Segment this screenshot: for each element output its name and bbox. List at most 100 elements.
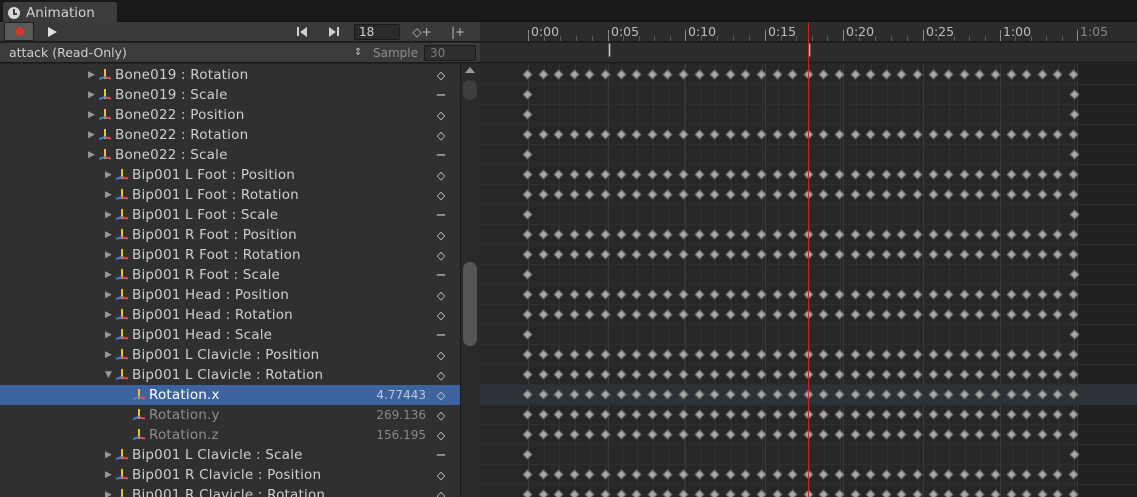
property-value[interactable]: 269.136 [376, 408, 426, 422]
keyframe[interactable] [850, 69, 861, 80]
keyframe[interactable] [569, 469, 580, 480]
keyframe[interactable] [818, 469, 829, 480]
keyframe[interactable] [553, 189, 564, 200]
keyframe[interactable] [787, 349, 798, 360]
keyframe[interactable] [694, 369, 705, 380]
keyframe[interactable] [553, 409, 564, 420]
keyframe[interactable] [850, 409, 861, 420]
keyframe[interactable] [522, 169, 533, 180]
keyframe-toggle-icon[interactable]: ◇ [434, 189, 448, 202]
event-marker[interactable] [608, 43, 611, 57]
clip-dropdown[interactable]: attack (Read-Only) [4, 44, 364, 62]
keyframe[interactable] [990, 249, 1001, 260]
keyframe[interactable] [896, 469, 907, 480]
keyframe[interactable] [522, 249, 533, 260]
keyframe[interactable] [1052, 249, 1063, 260]
keyframe[interactable] [818, 409, 829, 420]
keyframe[interactable] [1021, 129, 1032, 140]
keyframe[interactable] [1006, 229, 1017, 240]
keyframe[interactable] [725, 349, 736, 360]
keyframe[interactable] [772, 409, 783, 420]
keyframe[interactable] [881, 189, 892, 200]
keyframe-toggle-icon[interactable]: ◇ [434, 109, 448, 122]
expand-arrow-icon[interactable]: ▶ [88, 130, 98, 140]
keyframe[interactable] [1037, 249, 1048, 260]
keyframe[interactable] [896, 229, 907, 240]
keyframe[interactable] [850, 249, 861, 260]
keyframe[interactable] [584, 489, 595, 497]
keyframe[interactable] [553, 489, 564, 497]
keyframe[interactable] [1006, 249, 1017, 260]
keyframe[interactable] [553, 129, 564, 140]
keyframe[interactable] [1006, 349, 1017, 360]
keyframe[interactable] [990, 429, 1001, 440]
keyframe[interactable] [1021, 169, 1032, 180]
keyframe[interactable] [865, 349, 876, 360]
property-row[interactable]: ▶ Bip001 Head : Position ◇ [0, 285, 460, 305]
keyframe[interactable] [584, 289, 595, 300]
keyframe[interactable] [959, 309, 970, 320]
keyframe[interactable] [928, 169, 939, 180]
keyframe[interactable] [1006, 369, 1017, 380]
keyframe[interactable] [959, 69, 970, 80]
keyframe[interactable] [850, 169, 861, 180]
play-button[interactable] [38, 22, 66, 41]
keyframe[interactable] [631, 409, 642, 420]
keyframe[interactable] [772, 249, 783, 260]
keyframe-toggle-icon[interactable]: ◇ [434, 489, 448, 497]
keyframe-toggle-icon[interactable]: ◇ [434, 369, 448, 382]
keyframe[interactable] [850, 289, 861, 300]
keyframe[interactable] [1037, 349, 1048, 360]
keyframe[interactable] [522, 429, 533, 440]
keyframe[interactable] [974, 349, 985, 360]
keyframe[interactable] [1006, 429, 1017, 440]
keyframe[interactable] [850, 429, 861, 440]
property-row[interactable]: ▶ Bip001 L Foot : Position ◇ [0, 165, 460, 185]
keyframe[interactable] [928, 309, 939, 320]
keyframe[interactable] [694, 409, 705, 420]
property-row[interactable]: ▶ Bip001 L Foot : Scale − [0, 205, 460, 225]
keyframe[interactable] [538, 489, 549, 497]
keyframe[interactable] [912, 169, 923, 180]
keyframe[interactable] [631, 309, 642, 320]
keyframe[interactable] [1052, 409, 1063, 420]
keyframe[interactable] [616, 249, 627, 260]
sample-rate-input[interactable]: 30 [424, 45, 476, 61]
keyframe[interactable] [647, 69, 658, 80]
keyframe[interactable] [1006, 189, 1017, 200]
keyframe[interactable] [647, 229, 658, 240]
keyframe[interactable] [709, 309, 720, 320]
keyframe[interactable] [787, 129, 798, 140]
keyframe[interactable] [974, 129, 985, 140]
keyframe[interactable] [694, 229, 705, 240]
scrollbar-thumb[interactable] [463, 262, 477, 346]
keyframe[interactable] [678, 429, 689, 440]
keyframe[interactable] [662, 409, 673, 420]
keyframe[interactable] [959, 489, 970, 497]
keyframe[interactable] [522, 349, 533, 360]
keyframe[interactable] [865, 69, 876, 80]
keyframe[interactable] [1052, 169, 1063, 180]
keyframe[interactable] [1021, 429, 1032, 440]
keyframe[interactable] [928, 369, 939, 380]
keyframe[interactable] [1006, 289, 1017, 300]
keyframe[interactable] [538, 429, 549, 440]
keyframe[interactable] [865, 289, 876, 300]
property-row[interactable]: ▶ Bip001 R Foot : Scale − [0, 265, 460, 285]
keyframe[interactable] [959, 429, 970, 440]
keyframe[interactable] [912, 229, 923, 240]
keyframe[interactable] [1052, 129, 1063, 140]
keyframe[interactable] [896, 429, 907, 440]
keyframe[interactable] [678, 129, 689, 140]
keyframe[interactable] [631, 349, 642, 360]
keyframe[interactable] [772, 129, 783, 140]
property-row[interactable]: ▶ Bone022 : Position ◇ [0, 105, 460, 125]
keyframe[interactable] [694, 69, 705, 80]
keyframe[interactable] [772, 349, 783, 360]
keyframe[interactable] [538, 409, 549, 420]
keyframe[interactable] [694, 189, 705, 200]
keyframe[interactable] [631, 249, 642, 260]
keyframe[interactable] [1037, 69, 1048, 80]
keyframe[interactable] [553, 369, 564, 380]
keyframe[interactable] [787, 469, 798, 480]
